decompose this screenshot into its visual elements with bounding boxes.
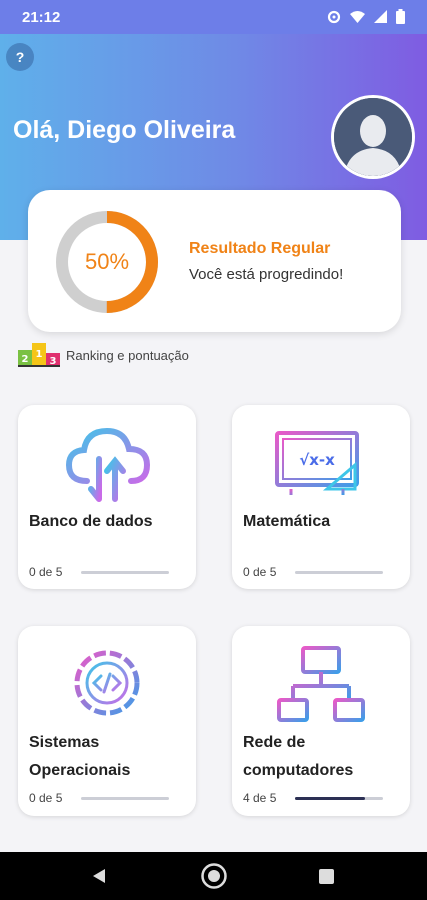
system-navigation-bar <box>0 852 427 900</box>
category-title: Sistemas Operacionais <box>29 734 131 779</box>
category-card-banco-de-dados[interactable]: Banco de dados 0 de 5 <box>18 405 196 589</box>
home-icon[interactable] <box>200 862 228 890</box>
code-gear-icon <box>74 650 140 716</box>
network-icon <box>277 646 365 722</box>
category-title: Banco de dados <box>29 513 153 530</box>
status-bar: 21:12 <box>0 0 427 34</box>
back-icon[interactable] <box>91 868 107 884</box>
signal-icon <box>374 10 387 23</box>
help-button[interactable]: ? <box>6 43 34 71</box>
podium-icon: 2 1 3 <box>18 343 60 367</box>
progress-bar-fill <box>295 797 366 800</box>
category-progress-bar <box>295 571 383 574</box>
wifi-icon <box>350 11 365 23</box>
category-progress-text: 0 de 5 <box>29 565 63 579</box>
greeting-title: Olá, Diego Oliveira <box>13 116 236 144</box>
ranking-label: Ranking e pontuação <box>66 347 189 363</box>
battery-icon <box>396 9 405 24</box>
category-progress-text: 0 de 5 <box>29 791 63 805</box>
category-title: Matemática <box>243 513 331 530</box>
category-title: Rede de computadores <box>243 734 354 779</box>
ranking-link[interactable]: 2 1 3 Ranking e pontuação <box>18 343 189 367</box>
data-saver-icon <box>327 10 341 23</box>
category-progress-bar <box>81 797 169 800</box>
cloud-sync-icon <box>65 427 151 502</box>
category-card-rede-de-computadores[interactable]: Rede de computadores 4 de 5 <box>232 626 410 816</box>
category-progress-bar <box>295 797 383 800</box>
category-progress-text: 4 de 5 <box>243 791 277 805</box>
recents-icon[interactable] <box>319 869 334 884</box>
math-board-icon: √x-x <box>271 431 371 495</box>
category-progress-bar <box>81 571 169 574</box>
result-title: Resultado Regular <box>189 240 331 257</box>
status-icons <box>327 9 405 24</box>
user-silhouette-icon <box>334 98 412 176</box>
board-formula: √x-x <box>299 451 335 469</box>
podium-first-label: 1 <box>36 349 43 360</box>
category-card-matematica[interactable]: √x-x Matemática 0 de 5 <box>232 405 410 589</box>
category-card-sistemas-operacionais[interactable]: Sistemas Operacionais 0 de 5 <box>18 626 196 816</box>
category-progress-text: 0 de 5 <box>243 565 277 579</box>
score-percent: 50% <box>84 249 130 274</box>
result-subtitle: Você está progredindo! <box>189 266 344 283</box>
podium-second-label: 2 <box>22 354 29 365</box>
result-card: 50% Resultado Regular Você está progredi… <box>28 190 401 332</box>
avatar[interactable] <box>331 95 415 179</box>
status-time: 21:12 <box>22 8 61 26</box>
